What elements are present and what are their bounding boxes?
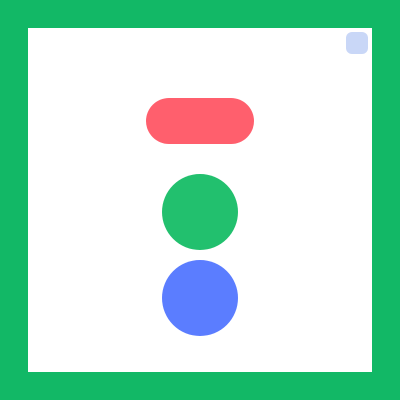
app-frame xyxy=(0,0,400,400)
corner-button[interactable] xyxy=(346,32,368,54)
red-pill-button[interactable] xyxy=(146,98,254,144)
blue-circle-button[interactable] xyxy=(162,260,238,336)
green-circle-button[interactable] xyxy=(162,174,238,250)
